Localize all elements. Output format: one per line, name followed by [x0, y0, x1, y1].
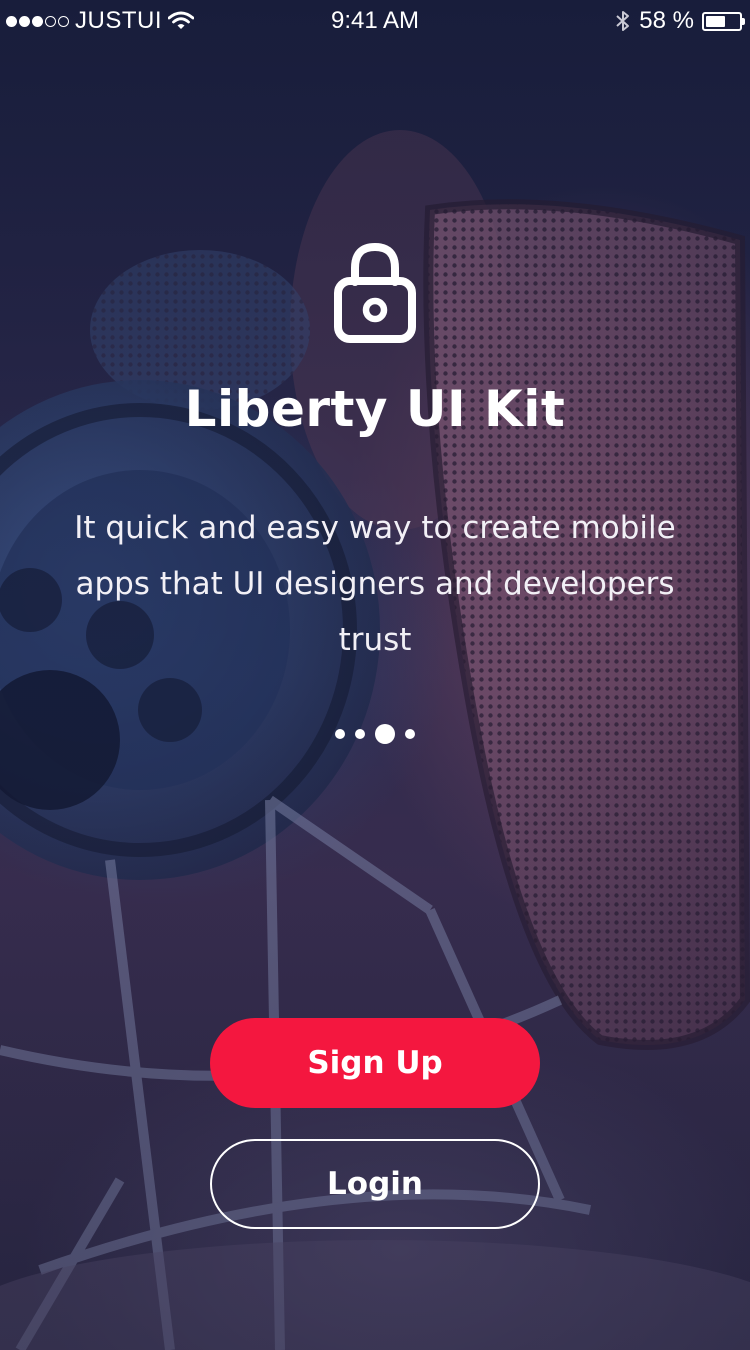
- sign-up-button[interactable]: Sign Up: [210, 1018, 540, 1108]
- status-right: 58 %: [615, 7, 746, 35]
- login-button[interactable]: Login: [210, 1139, 540, 1229]
- battery-percentage: 58 %: [639, 7, 694, 34]
- battery-level-fill: [706, 15, 725, 27]
- page-dot[interactable]: [335, 729, 345, 739]
- status-bar: JUSTUI 9:41 AM 58 %: [0, 0, 750, 42]
- bluetooth-icon: [616, 11, 630, 31]
- page-dot[interactable]: [355, 729, 365, 739]
- page-dot-active[interactable]: [375, 724, 395, 744]
- app-subtitle: It quick and easy way to create mobile a…: [74, 510, 676, 658]
- lock-icon: [334, 242, 416, 343]
- page-dot[interactable]: [405, 729, 415, 739]
- battery-icon: [702, 11, 745, 31]
- app-title: Liberty UI Kit: [184, 380, 566, 438]
- onboarding-screen: JUSTUI 9:41 AM 58 % Liberty UI Kit It qu…: [0, 0, 750, 1350]
- page-indicator: [0, 724, 750, 744]
